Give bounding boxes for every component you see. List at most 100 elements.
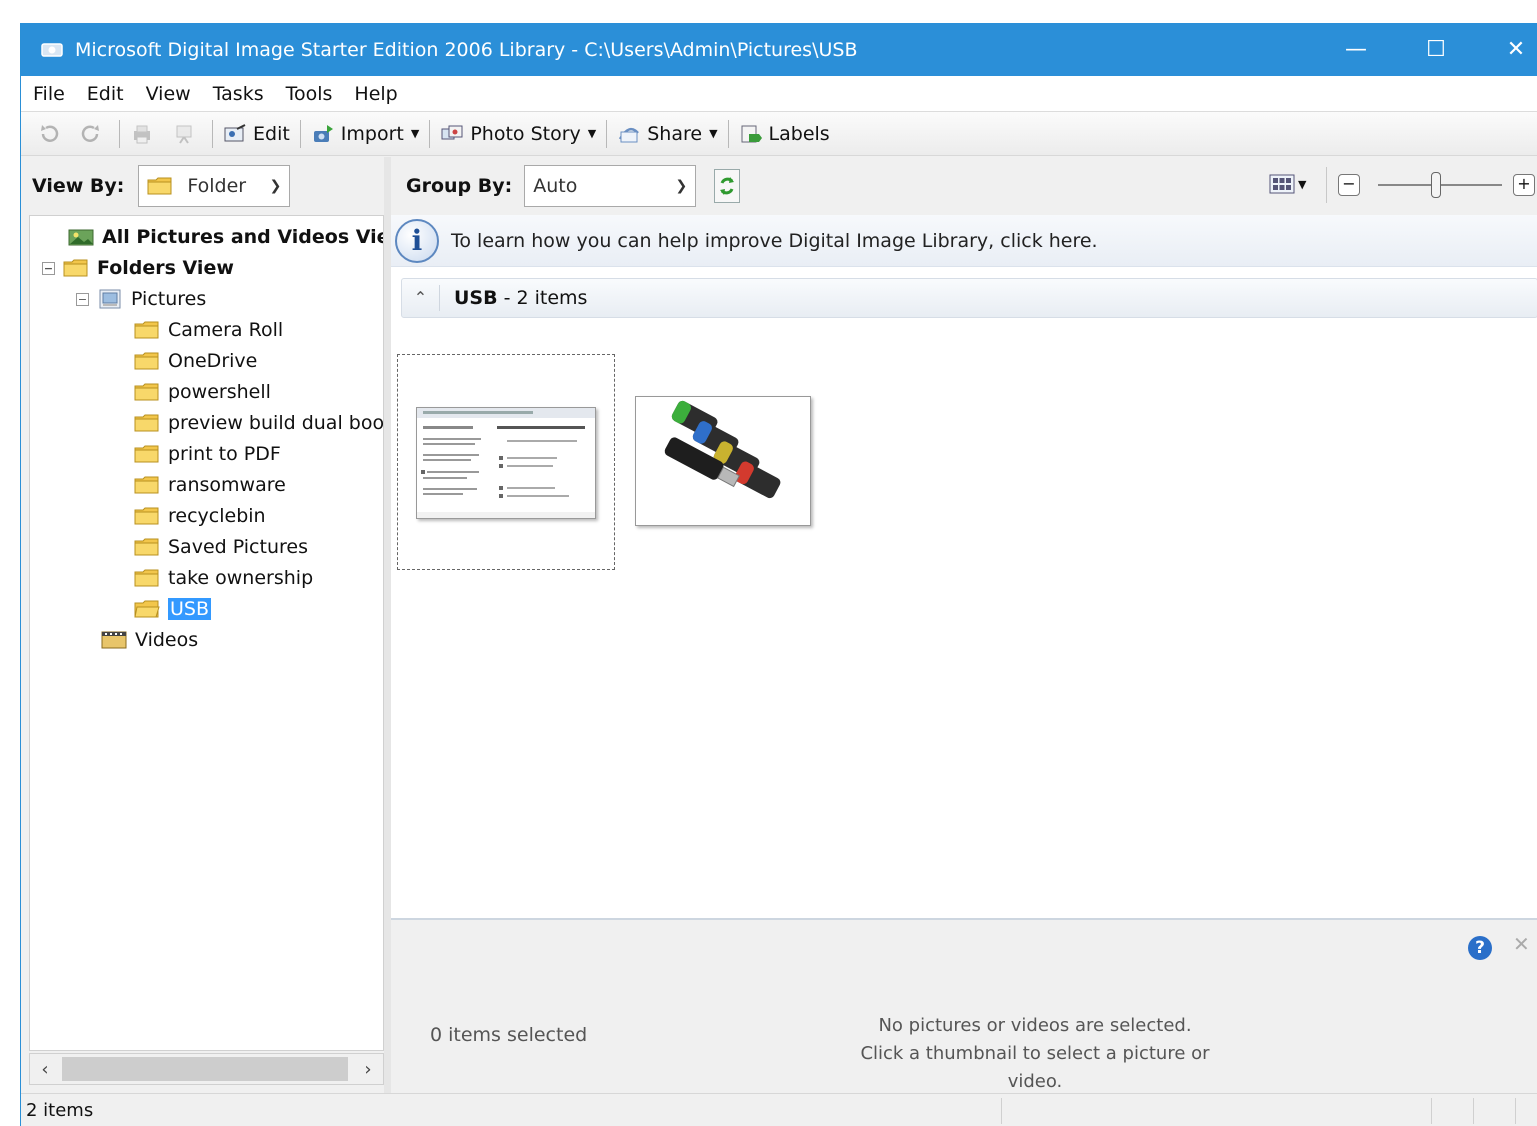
zoom-slider-thumb[interactable] (1431, 172, 1441, 198)
tree-item-pictures[interactable]: − Pictures (76, 284, 206, 314)
tree-item-print-to-pdf[interactable]: print to PDF (134, 439, 281, 469)
zoom-in-button[interactable]: + (1513, 174, 1535, 196)
photo-story-button[interactable]: Photo Story ▼ (434, 117, 602, 151)
toolbar: Edit Import ▼ Photo Story ▼ Share ▼ Labe… (21, 112, 1537, 156)
videos-library-icon (101, 631, 127, 649)
tree-item-saved-pictures[interactable]: Saved Pictures (134, 532, 308, 562)
view-by-label: View By: (32, 175, 125, 197)
folder-icon (134, 383, 159, 401)
scroll-left-icon[interactable]: ‹ (30, 1059, 60, 1080)
help-icon[interactable]: ? (1468, 936, 1492, 960)
tree-item-folders-view[interactable]: − Folders View (42, 253, 234, 283)
import-label: Import (340, 122, 404, 145)
minimize-button[interactable]: — (1326, 23, 1386, 76)
edit-picture-icon (224, 123, 246, 141)
refresh-icon (720, 177, 735, 195)
menu-help[interactable]: Help (343, 83, 408, 105)
toolbar-separator (212, 119, 213, 148)
collapse-group-icon[interactable]: ⌃ (402, 285, 440, 311)
tree-item-preview-build[interactable]: preview build dual boot (134, 408, 383, 438)
share-icon (619, 127, 640, 142)
printer-icon (134, 125, 150, 143)
view-dropdown-icon: ▼ (1298, 177, 1307, 191)
scrollbar-track[interactable] (60, 1057, 353, 1081)
import-button[interactable]: Import ▼ (305, 117, 426, 151)
menu-tasks[interactable]: Tasks (202, 83, 275, 105)
menu-file[interactable]: File (21, 83, 76, 105)
thumbnail-view-button[interactable]: ▼ (1269, 173, 1306, 195)
scrollbar-thumb[interactable] (62, 1057, 348, 1081)
status-divider (1431, 1098, 1432, 1124)
close-details-icon[interactable]: ✕ (1513, 932, 1530, 956)
status-bar: 2 items (21, 1093, 1537, 1126)
slideshow-button[interactable] (166, 117, 208, 151)
usb-drives-photo (636, 397, 810, 525)
collapse-toggle-icon[interactable]: − (76, 292, 89, 306)
group-by-dropdown[interactable]: Auto ❯ (524, 165, 697, 207)
tree-item-onedrive[interactable]: OneDrive (134, 346, 257, 376)
tree-item-take-ownership[interactable]: take ownership (134, 563, 313, 593)
menu-tools[interactable]: Tools (275, 83, 344, 105)
zoom-out-button[interactable]: − (1338, 174, 1360, 196)
thumbnail-area[interactable]: i To learn how you can help improve Digi… (391, 215, 1537, 918)
scroll-right-icon[interactable]: › (353, 1059, 383, 1080)
info-icon: i (395, 218, 439, 263)
rotate-left-button[interactable] (31, 117, 73, 151)
share-button[interactable]: Share ▼ (611, 117, 723, 151)
group-by-value: Auto (533, 175, 578, 197)
status-divider (1473, 1098, 1474, 1124)
tree-item-recyclebin[interactable]: recyclebin (134, 501, 266, 531)
title-bar: Microsoft Digital Image Starter Edition … (21, 23, 1537, 76)
menu-view[interactable]: View (135, 83, 202, 105)
folder-icon (147, 177, 172, 195)
folder-tree[interactable]: All Pictures and Videos View − Folders V… (29, 215, 384, 1051)
collapse-toggle-icon[interactable]: − (42, 261, 55, 275)
labels-button[interactable]: Labels (733, 117, 836, 151)
status-divider (1001, 1098, 1002, 1124)
thumbnail-screenshot[interactable] (397, 354, 615, 570)
group-count: - 2 items (503, 287, 588, 309)
view-by-dropdown[interactable]: Folder ❯ (138, 165, 291, 207)
view-by-bar: View By: Folder ❯ (21, 157, 389, 215)
maximize-button[interactable]: ☐ (1406, 23, 1466, 76)
folder-icon (134, 569, 159, 587)
folder-icon (63, 259, 88, 277)
group-header[interactable]: ⌃ USB - 2 items (401, 278, 1537, 318)
toolbar-separator (299, 119, 301, 148)
window-title: Microsoft Digital Image Starter Edition … (75, 38, 858, 61)
tree-item-all-pictures[interactable]: All Pictures and Videos View (68, 222, 383, 252)
status-item-count: 2 items (26, 1099, 94, 1121)
app-logo-icon (41, 42, 63, 57)
folder-icon (134, 507, 159, 525)
group-name: USB (454, 287, 498, 309)
thumbnail-view-icon (1269, 174, 1295, 194)
tree-item-ransomware[interactable]: ransomware (134, 470, 286, 500)
close-button[interactable]: ✕ (1486, 23, 1537, 76)
folder-icon (134, 476, 159, 494)
import-dropdown-icon: ▼ (410, 127, 420, 140)
toolbar-separator (1326, 167, 1327, 203)
document-thumbnail-image (416, 407, 596, 519)
info-message[interactable]: To learn how you can help improve Digita… (451, 230, 1098, 252)
tree-horizontal-scrollbar[interactable]: ‹ › (29, 1053, 384, 1085)
folder-icon (134, 352, 159, 370)
status-divider (1515, 1098, 1516, 1124)
menu-edit[interactable]: Edit (76, 83, 135, 105)
labels-label: Labels (768, 122, 830, 145)
tree-item-usb[interactable]: USB (134, 594, 212, 624)
chevron-down-icon: ❯ (675, 178, 688, 194)
print-button[interactable] (124, 117, 166, 151)
edit-button[interactable]: Edit (217, 117, 296, 151)
rotate-left-icon (41, 124, 59, 142)
view-by-value: Folder (187, 175, 247, 197)
refresh-button[interactable] (714, 169, 741, 203)
tree-item-camera-roll[interactable]: Camera Roll (134, 315, 283, 345)
toolbar-separator (606, 119, 608, 148)
rotate-right-button[interactable] (73, 117, 115, 151)
tree-item-powershell[interactable]: powershell (134, 377, 271, 407)
pane-splitter[interactable] (384, 157, 391, 1093)
tree-item-videos[interactable]: Videos (101, 625, 198, 655)
toolbar-separator (119, 119, 120, 148)
info-bar[interactable]: i To learn how you can help improve Digi… (391, 215, 1537, 267)
thumbnail-usb-drives[interactable] (635, 396, 811, 526)
